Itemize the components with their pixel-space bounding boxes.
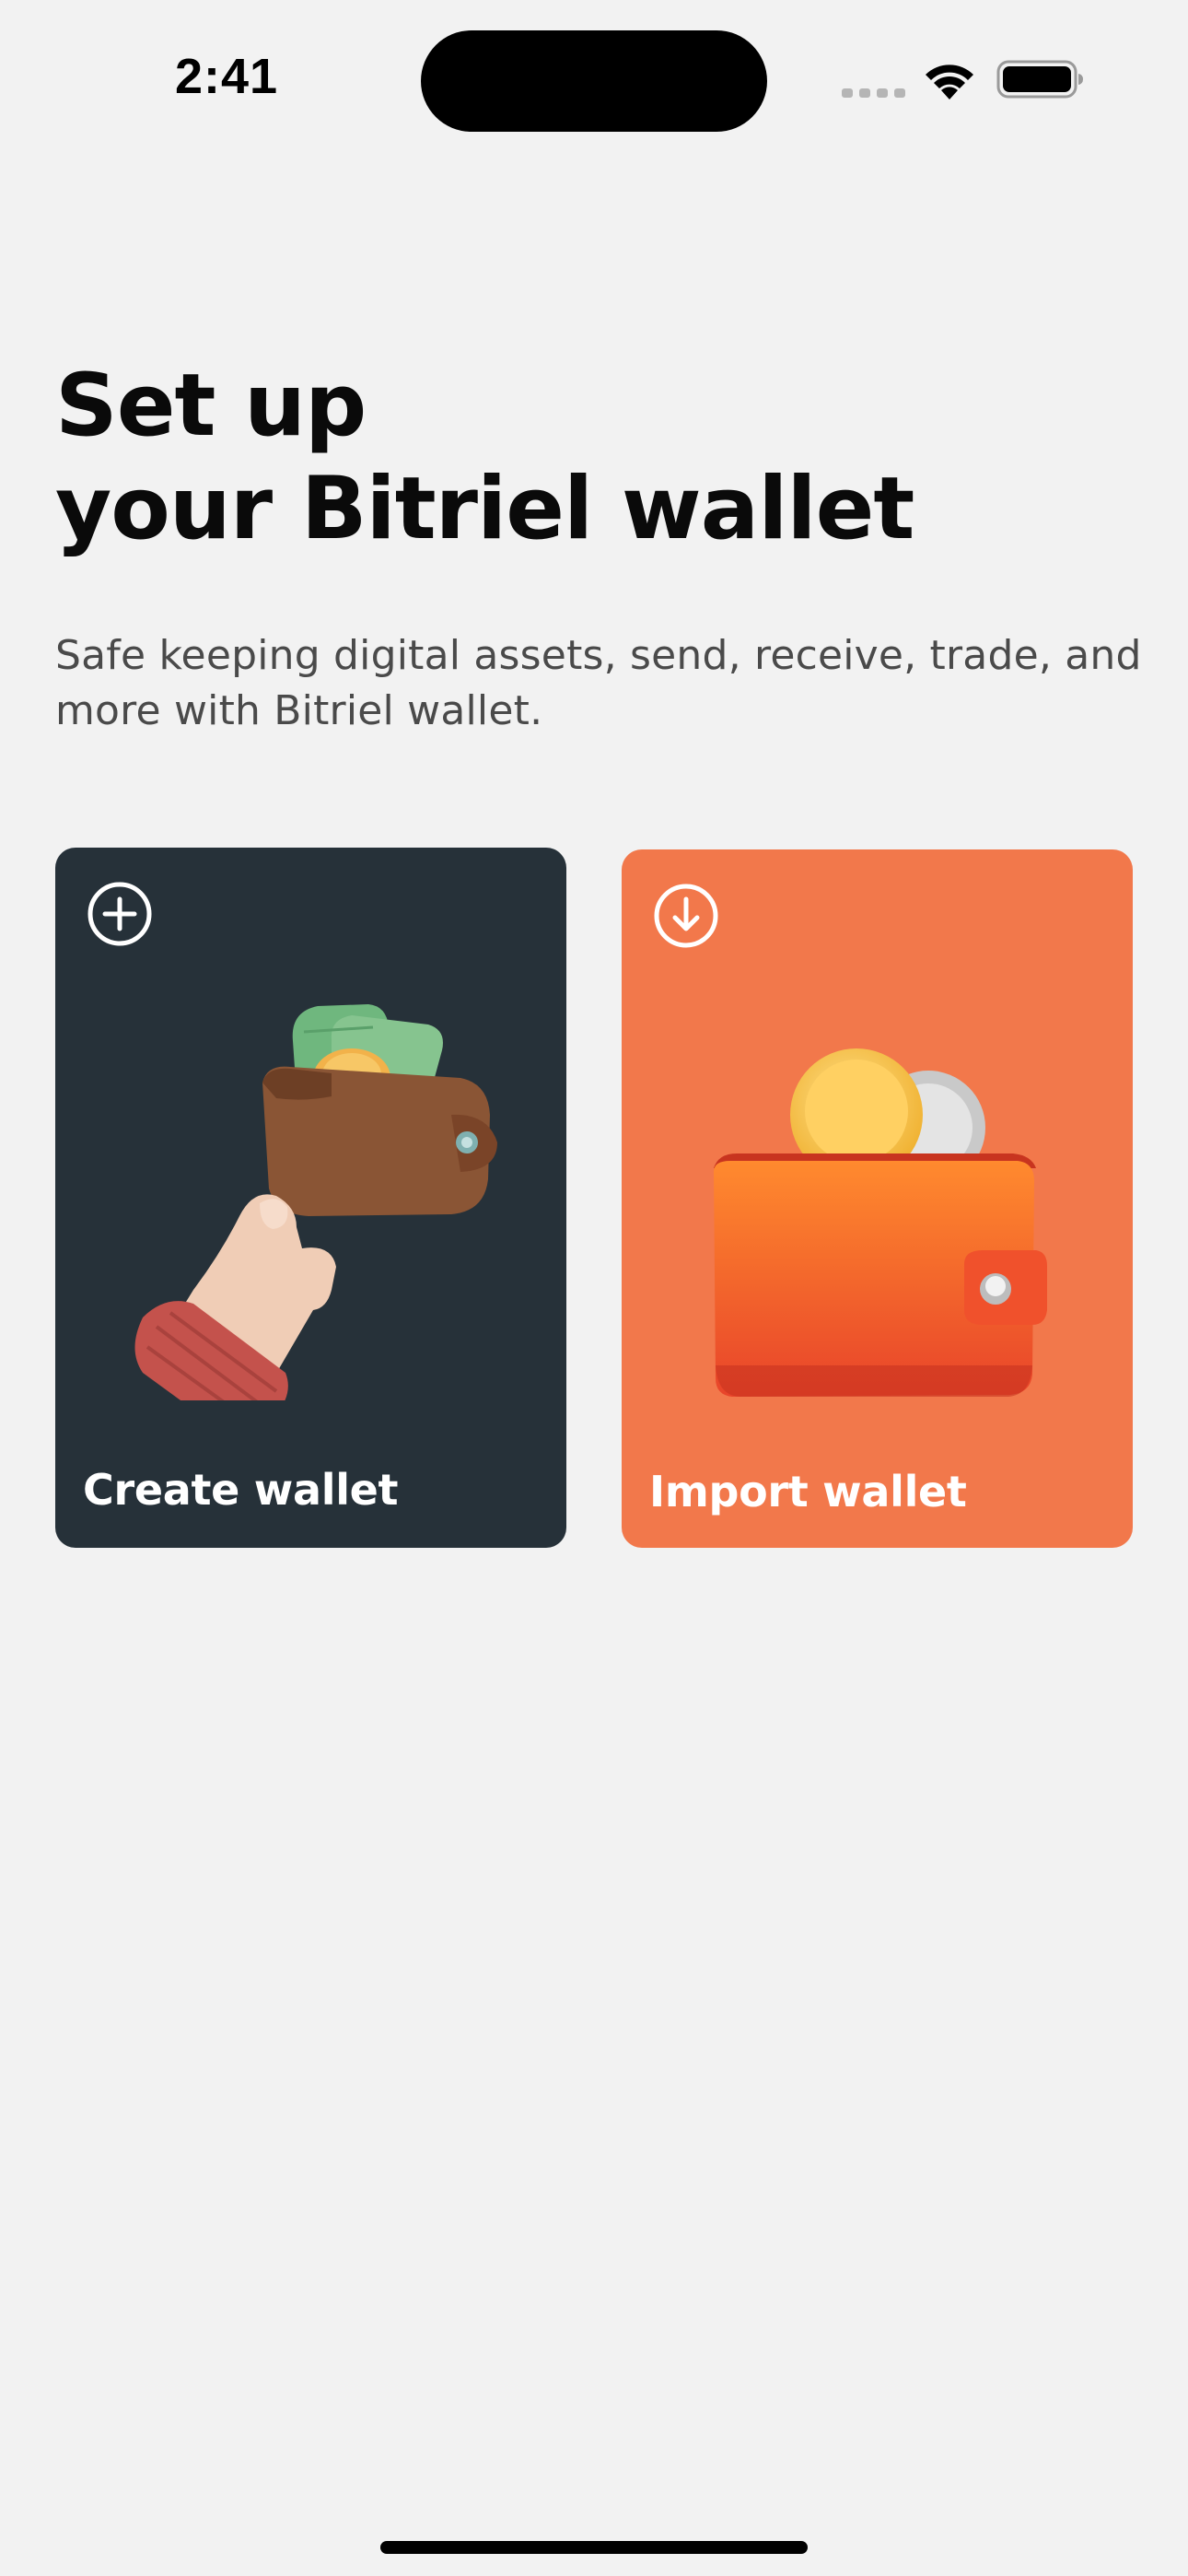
page-subtitle: Safe keeping digital assets, send, recei… — [55, 632, 1142, 734]
status-time: 2:41 — [175, 49, 279, 104]
download-circle-icon — [654, 884, 718, 948]
battery-icon — [996, 60, 1083, 99]
wallet-with-coins-illustration — [714, 1048, 1047, 1397]
create-wallet-label: Create wallet — [83, 1465, 399, 1515]
home-indicator[interactable] — [380, 2541, 808, 2554]
cellular-signal-icon — [842, 88, 905, 98]
create-wallet-card[interactable]: Create wallet — [55, 848, 566, 1548]
page-title-line-1: Set up — [55, 356, 367, 456]
wifi-icon — [926, 64, 973, 100]
status-bar: 2:41 — [0, 0, 1188, 138]
dynamic-island — [421, 30, 767, 132]
import-wallet-label: Import wallet — [649, 1467, 967, 1516]
page-title: Set up your Bitriel wallet — [55, 355, 1133, 561]
page-title-line-2: your Bitriel wallet — [55, 459, 914, 559]
hand-holding-wallet-illustration — [134, 1004, 497, 1400]
plus-circle-icon — [87, 882, 152, 946]
import-wallet-card[interactable]: Import wallet — [622, 849, 1133, 1548]
